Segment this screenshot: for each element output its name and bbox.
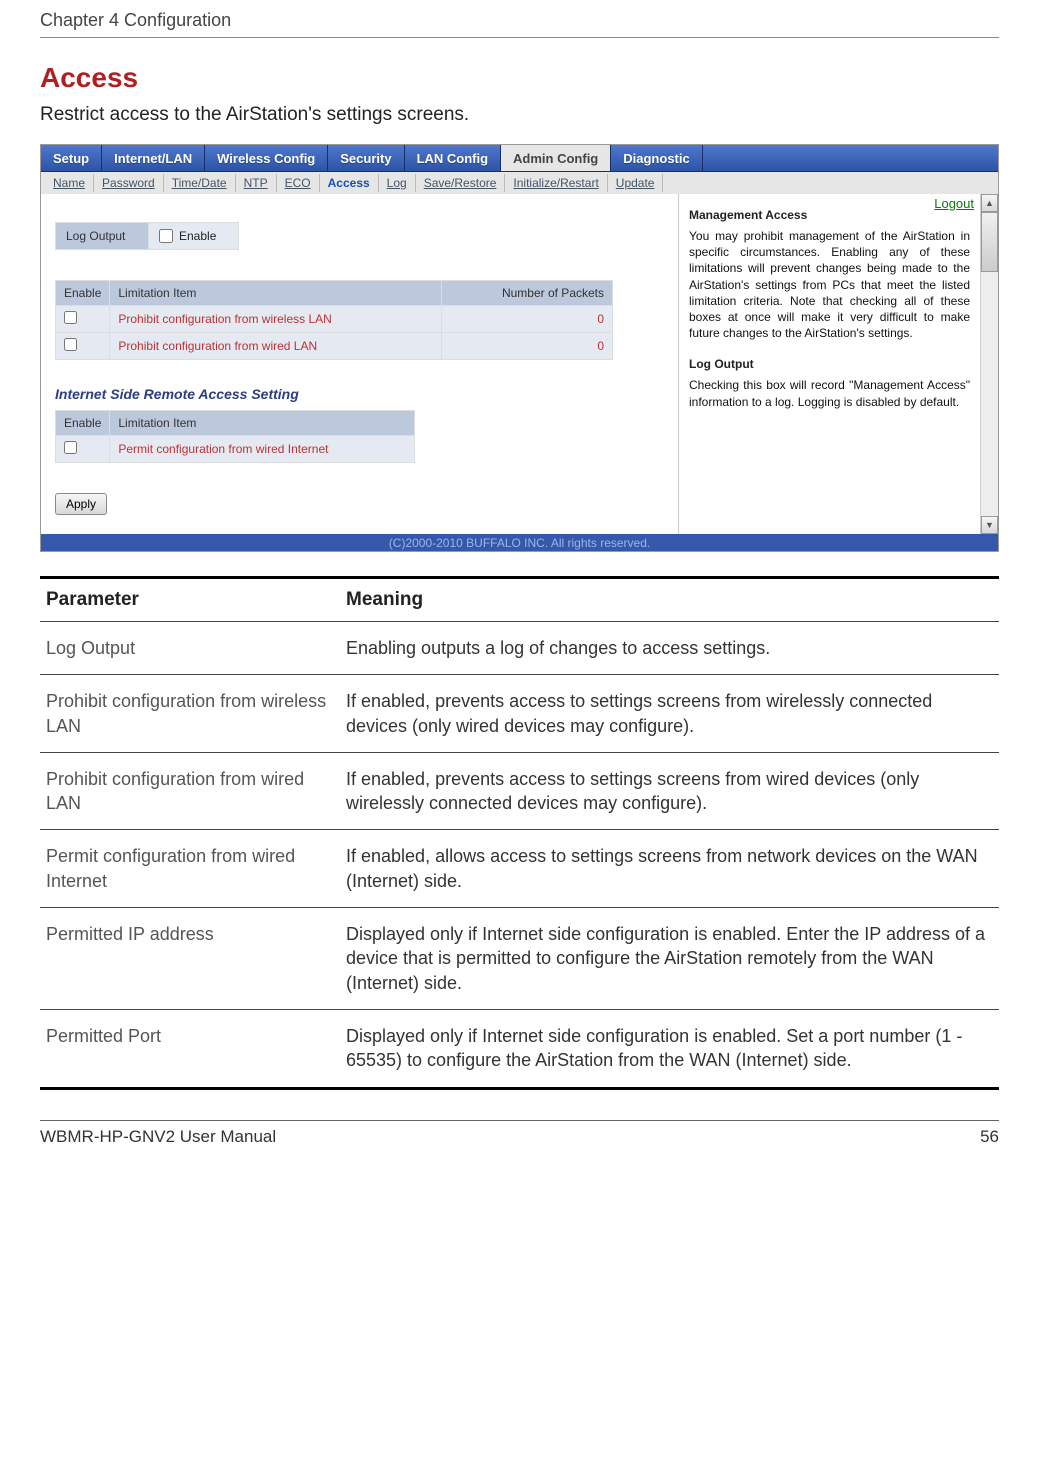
page-header: Chapter 4 Configuration [0,0,1039,37]
apply-button[interactable]: Apply [55,493,107,515]
limitation-text: Permit configuration from wired Internet [110,436,415,463]
page-footer: WBMR-HP-GNV2 User Manual 56 [40,1120,999,1153]
scroll-down-icon[interactable]: ▼ [981,516,998,534]
sub-tab-bar: Name Password Time/Date NTP ECO Access L… [41,172,998,194]
table-row: Permit configuration from wired Internet… [40,830,999,908]
chapter-label: Chapter 4 Configuration [40,10,231,31]
log-output-checkbox[interactable] [159,229,173,243]
copyright-bar: (C)2000-2010 BUFFALO INC. All rights res… [41,534,998,551]
enable-checkbox[interactable] [64,338,77,351]
remote-access-table: Enable Limitation Item Permit configurat… [55,410,415,463]
main-tab-bar: Setup Internet/LAN Wireless Config Secur… [41,145,998,172]
packets-value: 0 [441,306,612,333]
subtab-eco[interactable]: ECO [277,174,320,192]
tab-internet-lan[interactable]: Internet/LAN [102,145,205,171]
tab-setup[interactable]: Setup [41,145,102,171]
enable-checkbox[interactable] [64,311,77,324]
tab-lan-config[interactable]: LAN Config [405,145,501,171]
param-meaning: Displayed only if Internet side configur… [340,1009,999,1088]
limitation-text: Prohibit configuration from wireless LAN [110,306,441,333]
log-output-label: Log Output [55,222,149,250]
log-output-enable-text: Enable [179,229,216,243]
subtab-name[interactable]: Name [45,174,94,192]
help-text-log-output: Checking this box will record "Managemen… [689,377,970,409]
router-ui-screenshot: Setup Internet/LAN Wireless Config Secur… [40,144,999,552]
remote-access-heading: Internet Side Remote Access Setting [55,386,664,402]
param-header: Parameter [40,578,340,622]
log-output-value: Enable [149,222,239,250]
parameter-table: Parameter Meaning Log Output Enabling ou… [40,576,999,1090]
table-row: Prohibit configuration from wired LAN 0 [56,333,613,360]
section-title: Access [0,62,1039,104]
subtab-password[interactable]: Password [94,174,164,192]
param-name: Prohibit configuration from wireless LAN [40,675,340,753]
scrollbar: ▲ ▼ [980,194,998,534]
tab-admin-config[interactable]: Admin Config [501,145,611,171]
packets-value: 0 [441,333,612,360]
logout-link[interactable]: Logout [934,196,974,211]
footer-page-number: 56 [980,1127,999,1147]
header-rule [40,37,999,38]
scroll-thumb[interactable] [981,212,998,272]
management-access-table: Enable Limitation Item Number of Packets… [55,280,613,360]
section-description: Restrict access to the AirStation's sett… [0,104,1039,144]
param-name: Log Output [40,622,340,675]
tab-wireless-config[interactable]: Wireless Config [205,145,328,171]
param-meaning: Displayed only if Internet side configur… [340,908,999,1010]
subtab-time-date[interactable]: Time/Date [164,174,236,192]
limitation-text: Prohibit configuration from wired LAN [110,333,441,360]
param-name: Prohibit configuration from wired LAN [40,752,340,830]
param-name: Permitted Port [40,1009,340,1088]
subtab-update[interactable]: Update [608,174,664,192]
meaning-header: Meaning [340,578,999,622]
help-heading-log-output: Log Output [689,357,970,371]
param-meaning: If enabled, prevents access to settings … [340,675,999,753]
scroll-up-icon[interactable]: ▲ [981,194,998,212]
content-area: Logout Log Output Enable Enable Limitati… [41,194,998,534]
subtab-access[interactable]: Access [320,174,379,192]
table-row: Log Output Enabling outputs a log of cha… [40,622,999,675]
param-name: Permitted IP address [40,908,340,1010]
table-row: Prohibit configuration from wireless LAN… [40,675,999,753]
param-name: Permit configuration from wired Internet [40,830,340,908]
subtab-log[interactable]: Log [379,174,416,192]
log-output-row: Log Output Enable [55,222,664,250]
subtab-initialize-restart[interactable]: Initialize/Restart [505,174,607,192]
col-enable: Enable [56,281,110,306]
param-meaning: If enabled, allows access to settings sc… [340,830,999,908]
param-meaning: If enabled, prevents access to settings … [340,752,999,830]
param-meaning: Enabling outputs a log of changes to acc… [340,622,999,675]
col-packets: Number of Packets [441,281,612,306]
help-text-management-access: You may prohibit management of the AirSt… [689,228,970,341]
tab-diagnostic[interactable]: Diagnostic [611,145,702,171]
subtab-ntp[interactable]: NTP [236,174,277,192]
subtab-save-restore[interactable]: Save/Restore [416,174,506,192]
enable-checkbox[interactable] [64,441,77,454]
table-row: Prohibit configuration from wireless LAN… [56,306,613,333]
col-limitation: Limitation Item [110,411,415,436]
tab-security[interactable]: Security [328,145,404,171]
help-heading-management-access: Management Access [689,208,970,222]
table-row: Permitted Port Displayed only if Interne… [40,1009,999,1088]
main-pane: Log Output Enable Enable Limitation Item… [41,194,678,534]
col-limitation: Limitation Item [110,281,441,306]
col-enable: Enable [56,411,110,436]
help-pane: Management Access You may prohibit manag… [678,194,980,534]
table-row: Permit configuration from wired Internet [56,436,415,463]
table-row: Prohibit configuration from wired LAN If… [40,752,999,830]
table-row: Permitted IP address Displayed only if I… [40,908,999,1010]
footer-product: WBMR-HP-GNV2 User Manual [40,1127,276,1147]
